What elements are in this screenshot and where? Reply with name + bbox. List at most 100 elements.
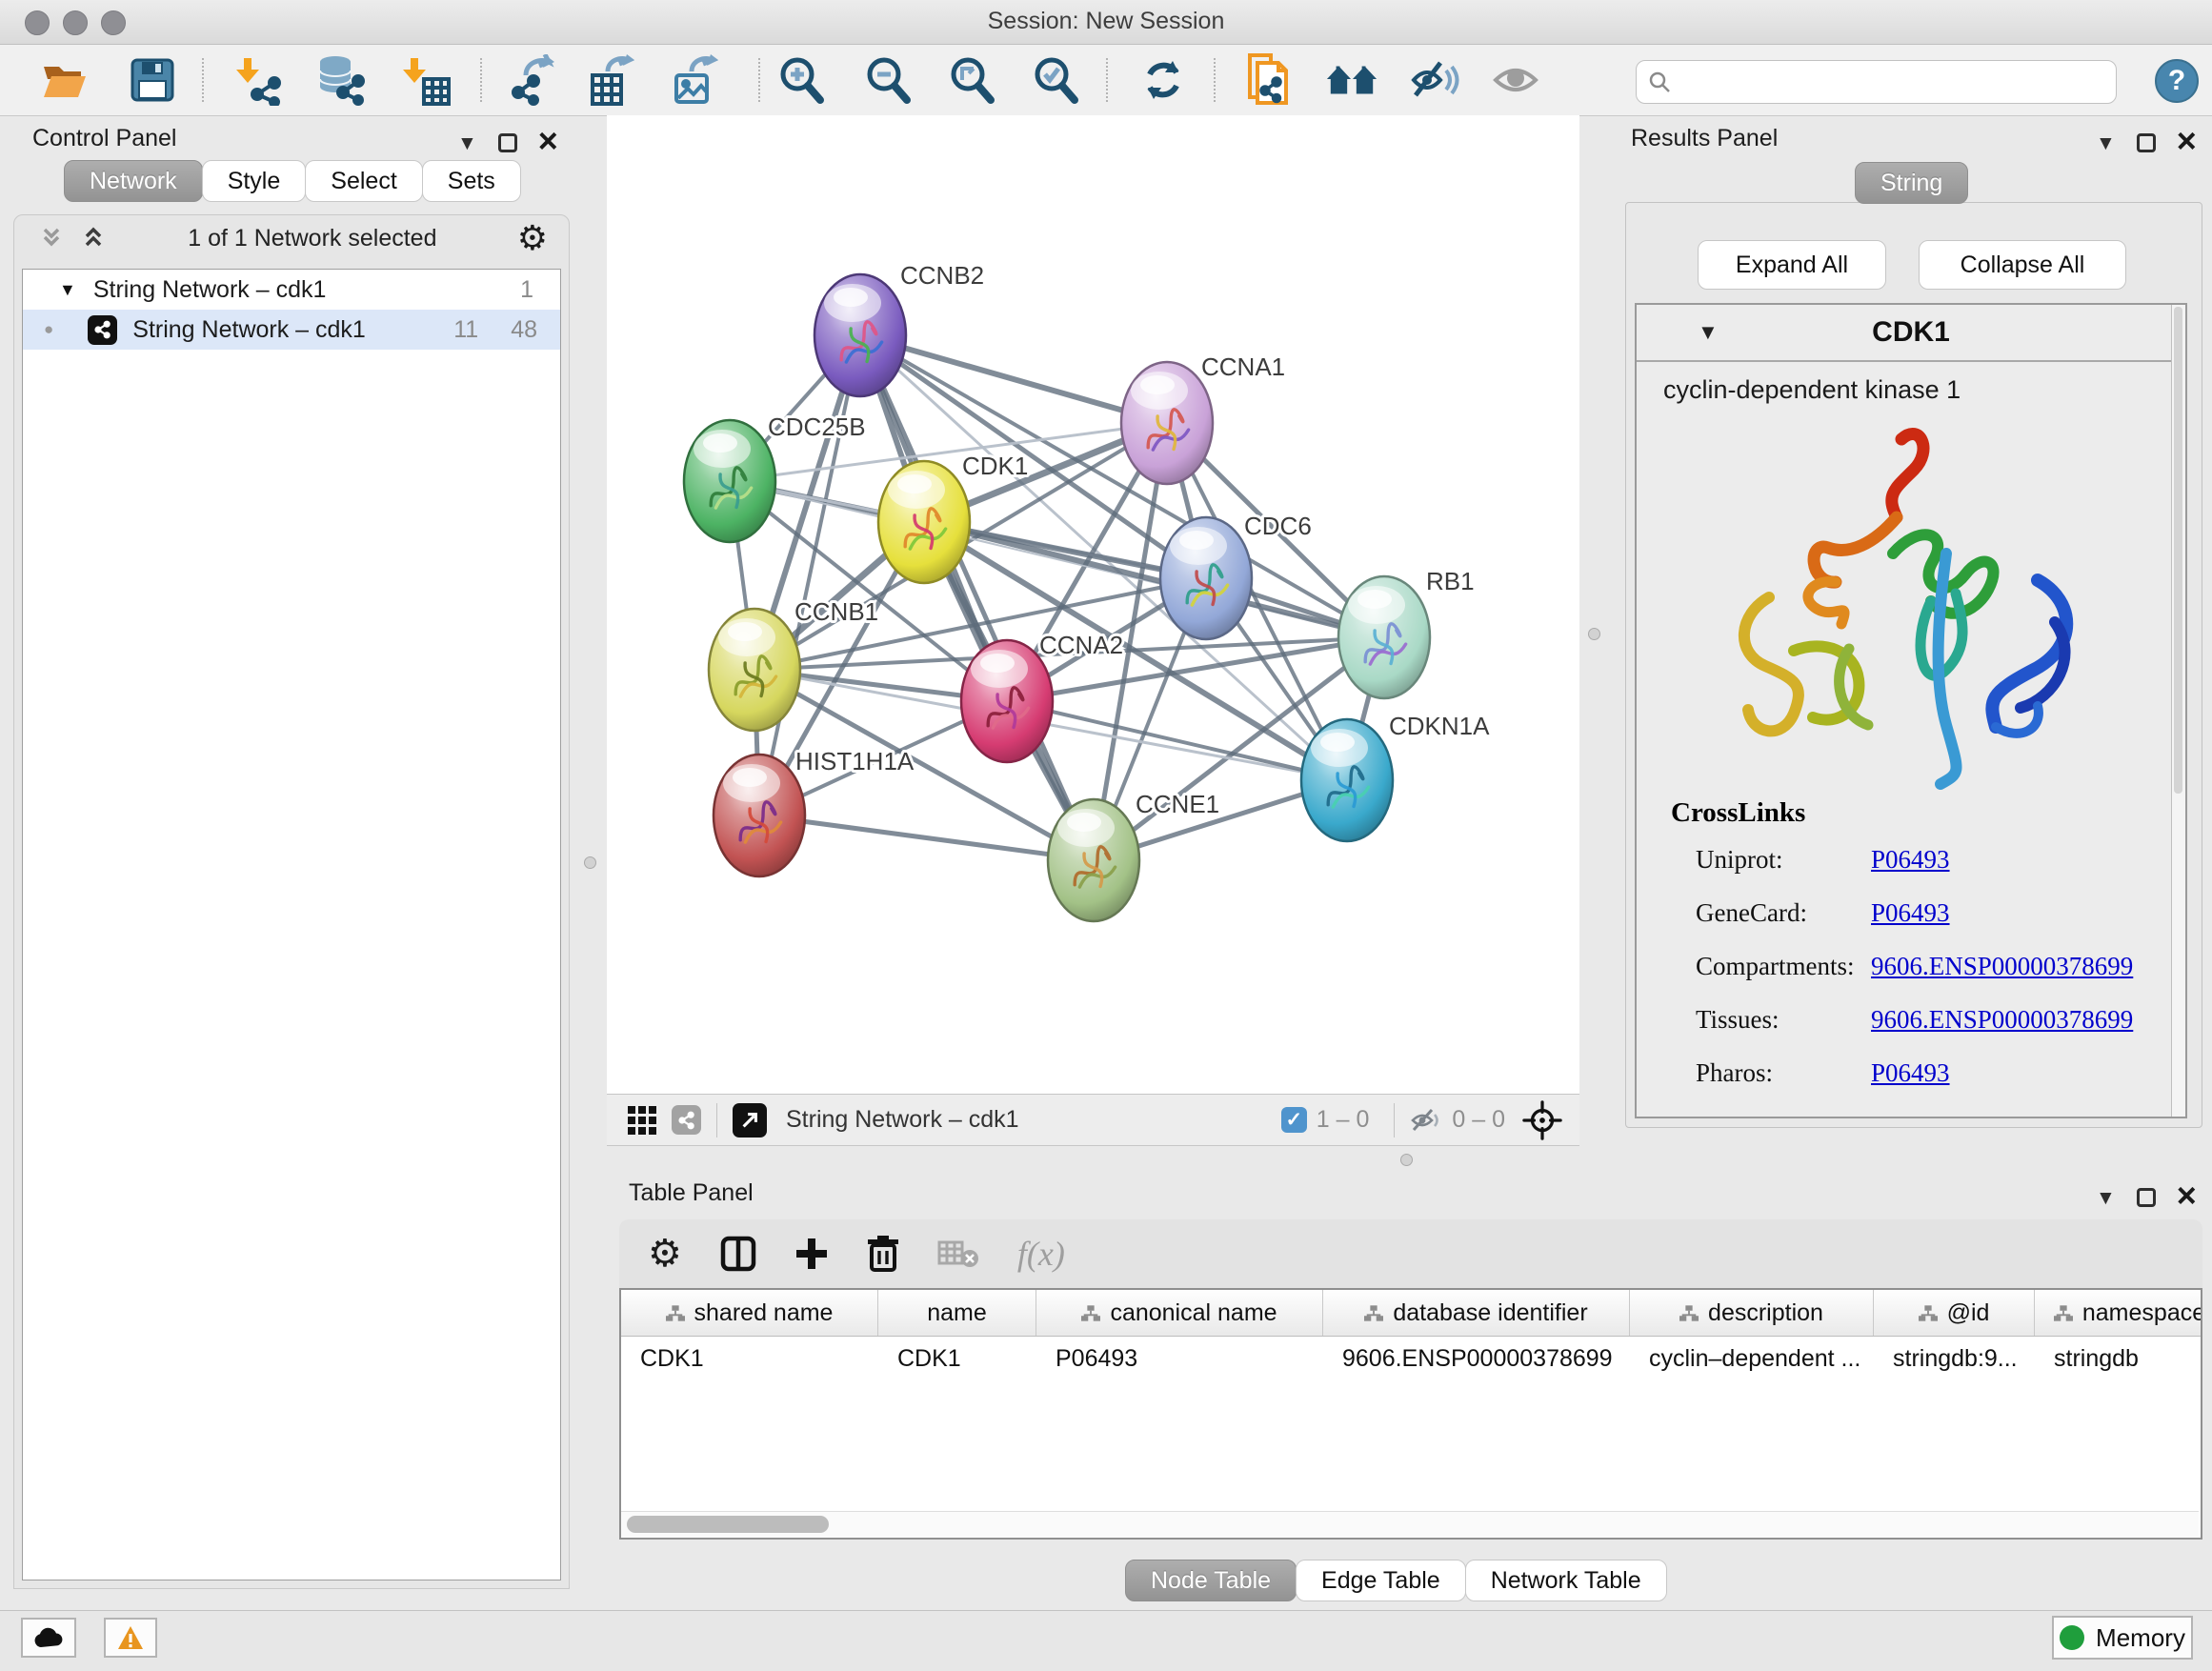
network-node-CDC25B[interactable] bbox=[684, 420, 775, 542]
network-canvas[interactable]: CCNB2CCNA1CDC25BCDK1CDC6RB1CCNB1CCNA2CDK… bbox=[607, 115, 1579, 1094]
crosslink-link[interactable]: 9606.ENSP00000378699 bbox=[1871, 952, 2133, 980]
create-column-icon[interactable] bbox=[794, 1237, 829, 1271]
table-toolbar: ⚙ f(x) bbox=[619, 1219, 2202, 1288]
show-view-icon[interactable] bbox=[1489, 53, 1542, 107]
network-node-RB1[interactable] bbox=[1338, 576, 1430, 698]
undock-panel-icon[interactable] bbox=[2137, 1188, 2156, 1207]
crosslink-link[interactable]: P06493 bbox=[1871, 1058, 1950, 1087]
zoom-out-icon[interactable] bbox=[861, 53, 915, 107]
crosslink-link[interactable]: P06493 bbox=[1871, 898, 1950, 927]
table-horizontal-scrollbar[interactable] bbox=[621, 1511, 2199, 1537]
grid-view-icon[interactable] bbox=[626, 1104, 658, 1137]
clone-network-icon[interactable] bbox=[1241, 53, 1295, 107]
network-edge[interactable] bbox=[759, 815, 1094, 860]
show-all-networks-icon[interactable] bbox=[1325, 53, 1378, 107]
column-label: canonical name bbox=[1110, 1299, 1277, 1327]
network-node-CCNA1[interactable] bbox=[1121, 362, 1213, 484]
crosslink-link[interactable]: 9606.ENSP00000378699 bbox=[1871, 1005, 2133, 1034]
import-table-from-file-icon[interactable] bbox=[399, 53, 452, 107]
tab-edge-table[interactable]: Edge Table bbox=[1296, 1560, 1466, 1601]
tab-style[interactable]: Style bbox=[202, 160, 307, 202]
node-result-header[interactable]: ▼ CDK1 bbox=[1637, 305, 2185, 362]
scrollbar-thumb[interactable] bbox=[627, 1516, 829, 1533]
tab-sets[interactable]: Sets bbox=[422, 160, 521, 202]
pan-crosshair-icon[interactable] bbox=[1522, 1100, 1562, 1140]
tab-string[interactable]: String bbox=[1855, 162, 1968, 204]
memory-button[interactable]: Memory bbox=[2052, 1616, 2193, 1660]
column-header-name[interactable]: name bbox=[878, 1290, 1036, 1336]
network-node-CDK1[interactable] bbox=[878, 461, 970, 583]
table-row[interactable]: CDK1CDK1P064939606.ENSP00000378699cyclin… bbox=[621, 1337, 2201, 1380]
open-session-icon[interactable] bbox=[38, 53, 91, 107]
float-panel-icon[interactable]: ▼ bbox=[2096, 133, 2116, 153]
network-node-CCNB1[interactable] bbox=[709, 609, 800, 731]
table-cell: cyclin–dependent ... bbox=[1630, 1345, 1874, 1373]
tab-node-table[interactable]: Node Table bbox=[1125, 1560, 1297, 1601]
network-node-CDKN1A[interactable] bbox=[1301, 719, 1393, 841]
collapse-all-chevron-icon[interactable] bbox=[37, 224, 66, 252]
warnings-button[interactable] bbox=[104, 1618, 157, 1658]
export-image-icon[interactable] bbox=[670, 53, 723, 107]
left-splitter-handle[interactable] bbox=[584, 856, 596, 869]
tab-network-table[interactable]: Network Table bbox=[1465, 1560, 1667, 1601]
column-header-canonical-name[interactable]: canonical name bbox=[1036, 1290, 1323, 1336]
table-cell: stringdb:9... bbox=[1874, 1345, 2035, 1373]
column-header-namespace[interactable]: namespace bbox=[2035, 1290, 2202, 1336]
column-header-description[interactable]: description bbox=[1630, 1290, 1874, 1336]
network-collection-row[interactable]: ▼ String Network – cdk1 1 bbox=[23, 270, 560, 310]
network-node-CDC6[interactable] bbox=[1160, 517, 1252, 639]
save-session-icon[interactable] bbox=[126, 53, 179, 107]
import-network-from-file-icon[interactable] bbox=[231, 53, 285, 107]
close-panel-icon[interactable]: × bbox=[2177, 1178, 2197, 1213]
birds-eye-view-icon[interactable] bbox=[733, 1103, 767, 1137]
delete-columns-icon[interactable] bbox=[867, 1236, 899, 1272]
results-scrollbar[interactable] bbox=[2171, 305, 2185, 1117]
show-columns-icon[interactable] bbox=[720, 1236, 756, 1272]
expand-all-chevron-icon[interactable] bbox=[79, 224, 108, 252]
network-edge[interactable] bbox=[1007, 701, 1347, 780]
export-table-icon[interactable] bbox=[586, 53, 639, 107]
column-header-database-identifier[interactable]: database identifier bbox=[1323, 1290, 1630, 1336]
cloud-status-button[interactable] bbox=[21, 1618, 76, 1658]
collapse-node-icon[interactable]: ▼ bbox=[1698, 320, 1719, 345]
undock-panel-icon[interactable] bbox=[2137, 133, 2156, 152]
network-options-gear-icon[interactable]: ⚙ bbox=[517, 221, 548, 255]
expand-all-button[interactable]: Expand All bbox=[1698, 240, 1886, 290]
zoom-fit-content-icon[interactable] bbox=[945, 53, 998, 107]
column-header-shared-name[interactable]: shared name bbox=[621, 1290, 878, 1336]
tab-select[interactable]: Select bbox=[305, 160, 422, 202]
help-icon[interactable]: ? bbox=[2155, 59, 2199, 103]
network-view-icon[interactable] bbox=[672, 1105, 701, 1135]
search-input[interactable] bbox=[1680, 68, 2104, 96]
node-label-CDK1: CDK1 bbox=[962, 452, 1028, 480]
collection-expand-icon[interactable]: ▼ bbox=[59, 280, 76, 300]
refresh-icon[interactable] bbox=[1136, 53, 1190, 107]
hide-selected-icon[interactable] bbox=[1409, 53, 1462, 107]
network-node-CCNB2[interactable] bbox=[814, 274, 906, 396]
undock-panel-icon[interactable] bbox=[498, 133, 517, 152]
network-row[interactable]: ● String Network – cdk1 11 48 bbox=[23, 310, 560, 350]
table-panel-header-icons: ▼ × bbox=[2096, 1182, 2197, 1213]
close-panel-icon[interactable]: × bbox=[2177, 124, 2197, 158]
export-network-icon[interactable] bbox=[508, 53, 561, 107]
tab-network[interactable]: Network bbox=[64, 160, 203, 202]
node-label-CCNA1: CCNA1 bbox=[1201, 352, 1285, 381]
node-label-CCNA2: CCNA2 bbox=[1039, 631, 1123, 659]
import-network-from-database-icon[interactable] bbox=[313, 53, 367, 107]
float-panel-icon[interactable]: ▼ bbox=[457, 133, 477, 153]
network-edge[interactable] bbox=[860, 335, 1094, 860]
close-panel-icon[interactable]: × bbox=[538, 124, 558, 158]
right-splitter-handle[interactable] bbox=[1588, 628, 1600, 640]
collapse-all-button[interactable]: Collapse All bbox=[1919, 240, 2126, 290]
selected-checkbox-icon[interactable]: ✓ bbox=[1281, 1107, 1307, 1133]
horizontal-splitter-handle[interactable] bbox=[1400, 1154, 1413, 1166]
table-options-gear-icon[interactable]: ⚙ bbox=[648, 1235, 682, 1273]
crosslink-link[interactable]: P06493 bbox=[1871, 845, 1950, 874]
network-node-HIST1H1A[interactable] bbox=[714, 755, 805, 876]
network-edge[interactable] bbox=[759, 335, 860, 815]
network-node-CCNE1[interactable] bbox=[1048, 799, 1139, 921]
float-panel-icon[interactable]: ▼ bbox=[2096, 1188, 2116, 1208]
column-header-@id[interactable]: @id bbox=[1874, 1290, 2035, 1336]
zoom-selected-icon[interactable] bbox=[1029, 53, 1082, 107]
zoom-in-icon[interactable] bbox=[774, 53, 828, 107]
